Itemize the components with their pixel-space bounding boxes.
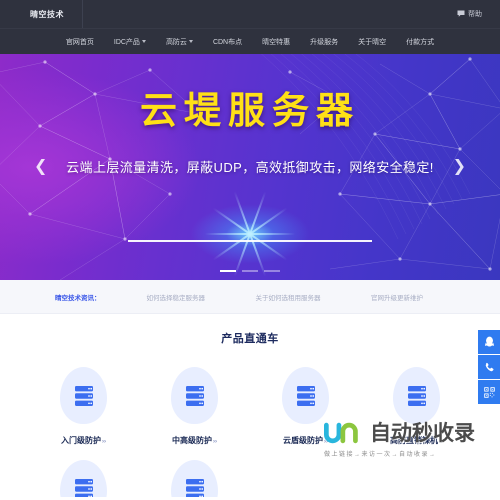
product-label-wrap: 高防直销裸机 ››	[390, 435, 443, 446]
product-label: 高防直销裸机	[390, 436, 438, 445]
carousel-dot-1[interactable]	[220, 270, 236, 272]
product-label: 中高级防护	[172, 436, 212, 445]
nav-item-4[interactable]: 晴空特惠	[252, 37, 300, 47]
site-logo-text: 晴空技术	[30, 9, 64, 19]
products-section: 产品直通车 入门级防护 ›› 中高级防护 ›› 云盾级防护 ›› 高防直销裸机 …	[0, 314, 500, 497]
news-item-1[interactable]: 关于如何选租用服务器	[256, 292, 321, 302]
product-card-3[interactable]: 高防直销裸机 ››	[361, 367, 472, 446]
chevron-down-icon	[141, 40, 146, 43]
product-card-0[interactable]: 入门级防护 ››	[28, 367, 139, 446]
site-logo[interactable]: 晴空技术	[0, 0, 83, 28]
top-bar-left: 晴空技术	[0, 0, 83, 28]
nav-item-label: 关于晴空	[358, 38, 387, 46]
carousel-indicators	[220, 270, 280, 272]
products-grid: 入门级防护 ›› 中高级防护 ›› 云盾级防护 ›› 高防直销裸机 ››	[0, 367, 500, 497]
hero-subtitle: 云端上层流量清洗，屏蔽UDP，高效抵御攻击，网络安全稳定!	[66, 160, 434, 175]
nav-item-3[interactable]: CDN布点	[203, 37, 252, 47]
product-icon-blob	[171, 367, 218, 424]
floating-side-widgets	[478, 330, 500, 404]
nav-item-1[interactable]: IDC产品	[104, 37, 156, 47]
help-label: 帮助	[468, 11, 482, 18]
server-icon	[74, 478, 93, 497]
hero-divider-rule	[128, 240, 372, 242]
news-item-2[interactable]: 官网升级更新维护	[371, 292, 423, 302]
main-navigation: 官网首页 IDC产品 高防云 CDN布点 晴空特惠 升级服务 关于晴空 付款方式	[0, 28, 500, 54]
chevron-down-icon	[188, 40, 193, 43]
server-icon	[407, 385, 426, 406]
product-card-2[interactable]: 云盾级防护 ››	[250, 367, 361, 446]
qrcode-icon	[483, 386, 495, 398]
nav-item-6[interactable]: 关于晴空	[348, 37, 396, 47]
product-icon-blob	[171, 460, 218, 497]
hero-title: 云堤服务器	[140, 90, 360, 131]
product-icon-blob	[60, 460, 107, 497]
carousel-dot-2[interactable]	[242, 270, 258, 272]
news-label: 晴空技术资讯：	[55, 294, 101, 302]
nav-item-label: IDC产品	[113, 38, 140, 46]
product-icon-blob	[60, 367, 107, 424]
product-card-4[interactable]	[28, 460, 139, 497]
top-bar: 晴空技术 帮助	[0, 0, 500, 28]
product-card-1[interactable]: 中高级防护 ››	[139, 367, 250, 446]
nav-item-7[interactable]: 付款方式	[396, 37, 444, 47]
product-label-wrap: 云盾级防护 ››	[283, 435, 328, 446]
product-label-wrap: 中高级防护 ››	[172, 435, 217, 446]
product-label: 入门级防护	[61, 436, 101, 445]
chevron-right-icon: ››	[439, 439, 443, 445]
server-icon	[74, 385, 93, 406]
nav-item-2[interactable]: 高防云	[156, 37, 203, 47]
nav-item-0[interactable]: 官网首页	[56, 37, 104, 47]
nav-item-label: 升级服务	[310, 38, 339, 46]
server-icon	[296, 385, 315, 406]
qq-message-icon	[484, 336, 494, 347]
chevron-right-icon: ››	[213, 439, 217, 445]
nav-item-label: 晴空特惠	[262, 38, 291, 46]
product-label-wrap: 入门级防护 ››	[61, 435, 106, 446]
help-button[interactable]: 帮助	[457, 9, 482, 19]
nav-item-label: CDN布点	[212, 38, 243, 46]
nav-item-label: 高防云	[165, 38, 187, 46]
nav-item-label: 付款方式	[406, 38, 435, 46]
server-icon	[185, 385, 204, 406]
carousel-dot-3[interactable]	[264, 270, 280, 272]
carousel-next-button[interactable]: ❯	[453, 159, 466, 175]
chevron-right-icon: ››	[324, 439, 328, 445]
message-icon	[457, 10, 465, 17]
nav-item-5[interactable]: 升级服务	[300, 37, 348, 47]
product-label: 云盾级防护	[283, 436, 323, 445]
product-icon-blob	[282, 367, 329, 424]
side-widget-phone[interactable]	[478, 355, 500, 379]
section-title-products: 产品直通车	[221, 333, 279, 345]
news-items: 如何选择稳定服务器 关于如何选租用服务器 官网升级更新维护	[147, 292, 446, 302]
chevron-right-icon: ››	[102, 439, 106, 445]
phone-icon	[485, 362, 493, 371]
hero-content: 云堤服务器 云端上层流量清洗，屏蔽UDP，高效抵御攻击，网络安全稳定!	[0, 54, 500, 280]
news-ticker-bar: 晴空技术资讯： 如何选择稳定服务器 关于如何选租用服务器 官网升级更新维护	[0, 280, 500, 314]
side-widget-qrcode[interactable]	[478, 380, 500, 404]
product-card-5[interactable]	[139, 460, 250, 497]
server-icon	[185, 478, 204, 497]
news-item-0[interactable]: 如何选择稳定服务器	[147, 292, 206, 302]
nav-item-label: 官网首页	[65, 38, 94, 46]
hero-carousel: 云堤服务器 云端上层流量清洗，屏蔽UDP，高效抵御攻击，网络安全稳定! ❮ ❯	[0, 54, 500, 280]
side-widget-qq-message[interactable]	[478, 330, 500, 354]
product-icon-blob	[393, 367, 440, 424]
carousel-prev-button[interactable]: ❮	[34, 159, 47, 175]
